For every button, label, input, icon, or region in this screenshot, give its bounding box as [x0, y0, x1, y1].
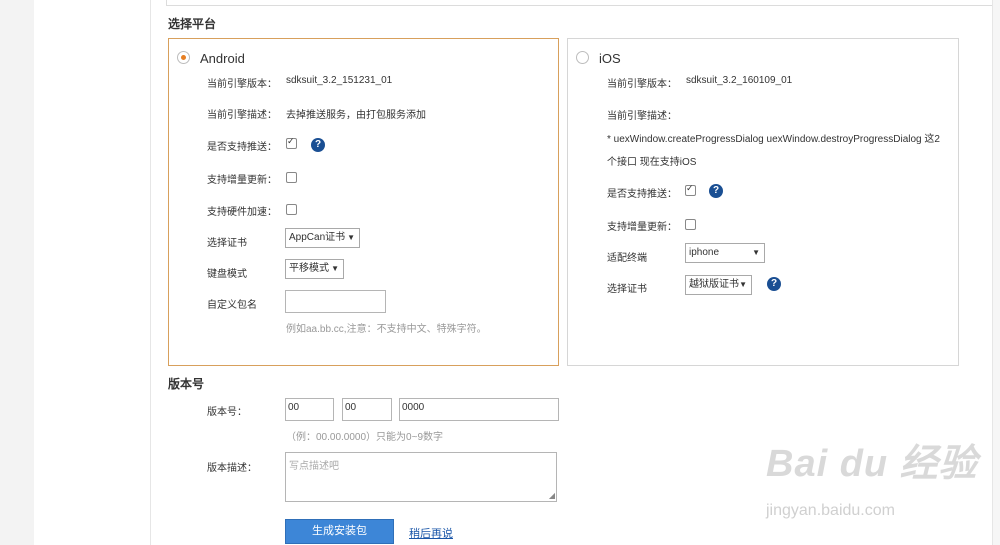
android-cert-label: 选择证书	[207, 238, 247, 249]
ios-push-help-icon[interactable]: ?	[709, 184, 723, 198]
android-incremental-checkbox[interactable]	[286, 172, 297, 183]
android-push-help-icon[interactable]: ?	[311, 138, 325, 152]
chevron-down-icon: ▼	[752, 248, 760, 257]
android-package-input[interactable]	[285, 290, 386, 313]
left-sidebar	[0, 0, 35, 545]
ios-device-label: 适配终端	[607, 253, 647, 264]
version-section-title: 版本号	[168, 377, 205, 391]
ios-engine-version: sdksuit_3.2_160109_01	[686, 75, 793, 86]
chevron-down-icon: ▼	[331, 264, 339, 273]
android-cert-select[interactable]: AppCan证书 ▼	[285, 228, 360, 248]
ios-cert-select-value: 越狱版证书	[689, 279, 739, 290]
android-hardware-accel-label: 支持硬件加速：	[207, 207, 277, 218]
ios-engine-desc-line1: * uexWindow.createProgressDialog uexWind…	[607, 134, 940, 145]
ios-device-select[interactable]: iphone ▼	[685, 243, 765, 263]
version-desc-textarea[interactable]: 写点描述吧 ◢	[285, 452, 557, 502]
android-package-label: 自定义包名	[207, 300, 257, 311]
version-label: 版本号：	[207, 407, 247, 418]
android-radio[interactable]	[177, 51, 190, 64]
version-desc-label: 版本描述：	[207, 463, 257, 474]
android-push-label: 是否支持推送：	[207, 142, 277, 153]
chevron-down-icon: ▼	[739, 280, 747, 289]
later-link[interactable]: 稍后再说	[409, 525, 453, 541]
ios-radio[interactable]	[576, 51, 589, 64]
android-push-checkbox[interactable]	[286, 136, 297, 149]
android-engine-desc-label: 当前引擎描述：	[207, 110, 277, 121]
platform-section-title: 选择平台	[168, 17, 217, 31]
ios-engine-desc-label: 当前引擎描述：	[607, 111, 677, 122]
android-keyboard-select-value: 平移模式	[289, 263, 329, 274]
android-engine-version-label: 当前引擎版本：	[207, 79, 277, 90]
android-cert-select-value: AppCan证书	[289, 232, 346, 243]
content-gutter	[34, 0, 151, 545]
version-hint: （例：00.00.0000）只能为0~9数字	[286, 432, 444, 443]
android-package-hint: 例如aa.bb.cc,注意：不支持中文、特殊字符。	[286, 324, 487, 335]
resize-handle-icon[interactable]: ◢	[549, 492, 555, 500]
ios-push-label: 是否支持推送：	[607, 189, 677, 200]
android-platform-name: Android	[200, 51, 245, 66]
watermark-url: jingyan.baidu.com	[766, 502, 895, 519]
previous-section-box	[166, 0, 1000, 6]
watermark-logo: Bai du 经验	[766, 443, 978, 485]
android-incremental-label: 支持增量更新：	[207, 175, 277, 186]
ios-push-checkbox[interactable]	[685, 183, 696, 196]
android-keyboard-select[interactable]: 平移模式 ▼	[285, 259, 344, 279]
version-major-input[interactable]: 00	[285, 398, 334, 421]
android-keyboard-label: 键盘模式	[207, 269, 247, 280]
version-minor-input[interactable]: 00	[342, 398, 392, 421]
version-build-input[interactable]: 0000	[399, 398, 559, 421]
ios-engine-version-label: 当前引擎版本：	[607, 79, 677, 90]
ios-engine-desc-line2: 个接口 现在支持iOS	[607, 157, 697, 168]
ios-cert-help-icon[interactable]: ?	[767, 277, 781, 291]
android-engine-desc: 去掉推送服务，由打包服务添加	[286, 110, 426, 121]
ios-cert-label: 选择证书	[607, 284, 647, 295]
scrollbar-track[interactable]	[992, 0, 1000, 545]
baidu-jingyan-watermark: Bai du 经验 jingyan.baidu.com	[766, 432, 978, 519]
generate-package-button[interactable]: 生成安装包	[285, 519, 394, 544]
ios-platform-name: iOS	[599, 51, 621, 66]
ios-incremental-checkbox[interactable]	[685, 219, 696, 230]
ios-cert-select[interactable]: 越狱版证书 ▼	[685, 275, 752, 295]
ios-device-select-value: iphone	[689, 247, 720, 258]
version-desc-placeholder: 写点描述吧	[289, 461, 339, 472]
android-engine-version: sdksuit_3.2_151231_01	[286, 75, 393, 86]
android-hardware-accel-checkbox[interactable]	[286, 204, 297, 215]
ios-incremental-label: 支持增量更新：	[607, 222, 677, 233]
chevron-down-icon: ▼	[347, 233, 355, 242]
